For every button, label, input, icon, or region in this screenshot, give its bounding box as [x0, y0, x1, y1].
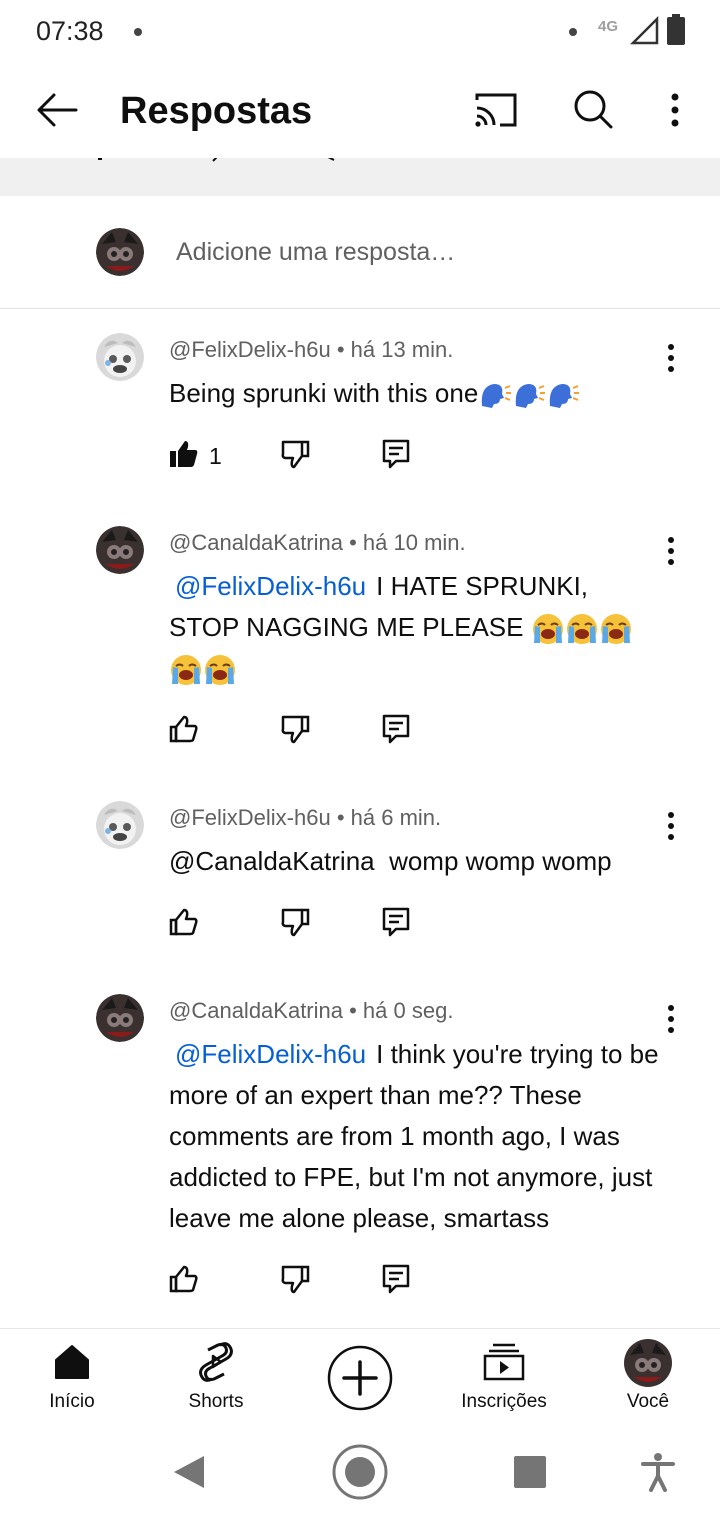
- loudly-crying-face-emoji-icon: [205, 655, 235, 686]
- reply-comment: @FelixDelix-h6u • há 13 min. Being sprun…: [0, 333, 720, 503]
- add-reply-row: Adicione uma resposta…: [0, 196, 720, 309]
- reply-comment: @FelixDelix-h6u • há 6 min. @CanaldaKatr…: [0, 801, 720, 951]
- comment-body: I think you're trying to: [376, 1039, 623, 1069]
- like-count: 1: [209, 443, 222, 469]
- dislike-icon[interactable]: [280, 1264, 310, 1294]
- loudly-crying-face-emoji-icon: [566, 614, 597, 645]
- comment-body: STOP NAGGING ME PLEASE: [169, 612, 524, 642]
- system-recents-icon[interactable]: [513, 1455, 547, 1489]
- comment-meta: @FelixDelix-h6u • há 13 min.: [169, 337, 454, 362]
- nav-you-label: Você: [626, 1391, 670, 1412]
- subscriptions-icon: [483, 1343, 525, 1381]
- nav-you[interactable]: Você: [576, 1329, 720, 1429]
- status-time: 07:38: [36, 16, 104, 46]
- avatar[interactable]: [96, 994, 144, 1042]
- scrolled-parent-comment-strip: [0, 158, 720, 196]
- dislike-icon[interactable]: [280, 907, 310, 937]
- page-title: Respostas: [120, 90, 313, 132]
- system-navigation-bar: [0, 1428, 720, 1520]
- nav-shorts-label: Shorts: [188, 1391, 244, 1412]
- comment-text: @FelixDelix-h6u I think you're trying to …: [169, 1034, 669, 1239]
- mention-link[interactable]: @FelixDelix-h6u: [169, 1039, 376, 1069]
- speaking-head-emoji-icon: [516, 384, 546, 409]
- nav-home-label: Início: [49, 1391, 95, 1412]
- partial-icon: [327, 158, 335, 161]
- notification-dot: [134, 28, 142, 36]
- like-icon[interactable]: [169, 714, 199, 744]
- comment-actions: 1: [169, 439, 429, 473]
- partial-icon: [212, 158, 217, 162]
- comment-menu-icon[interactable]: [664, 1004, 678, 1034]
- nav-subscriptions-label: Inscrições: [461, 1391, 547, 1412]
- system-home-icon[interactable]: [331, 1443, 389, 1501]
- comment-meta: @FelixDelix-h6u • há 6 min.: [169, 805, 442, 830]
- search-icon[interactable]: [572, 88, 614, 130]
- create-plus-icon: [327, 1345, 393, 1411]
- loudly-crying-face-emoji-icon: [171, 655, 201, 686]
- nav-home[interactable]: Início: [0, 1329, 144, 1429]
- speaking-head-emoji-icon: [482, 384, 512, 409]
- nav-shorts[interactable]: Shorts: [144, 1329, 288, 1429]
- nav-subscriptions[interactable]: Inscrições: [432, 1329, 576, 1429]
- app-bar: Respostas: [0, 64, 720, 158]
- shorts-icon: [199, 1342, 233, 1382]
- battery-icon: [667, 14, 685, 45]
- reply-icon[interactable]: [382, 439, 410, 471]
- comment-text: @CanaldaKatrina womp womp womp: [169, 846, 612, 876]
- bottom-navigation: Início Shorts Inscrições Você: [0, 1328, 720, 1428]
- comment-body: Being sprunki with this one: [169, 378, 479, 408]
- mention-link[interactable]: @FelixDelix-h6u: [169, 571, 376, 601]
- like-icon[interactable]: [169, 907, 199, 937]
- signal-icon: [630, 16, 659, 45]
- reply-icon[interactable]: [382, 714, 410, 746]
- home-icon: [55, 1345, 89, 1379]
- comment-body: I HATE SPRUNKI,: [376, 571, 589, 601]
- comment-menu-icon[interactable]: [664, 536, 678, 566]
- dislike-icon[interactable]: [280, 714, 310, 744]
- avatar: [624, 1339, 672, 1387]
- reply-icon[interactable]: [382, 907, 410, 939]
- comment-meta: @CanaldaKatrina • há 10 min.: [169, 530, 466, 555]
- comment-text: Being sprunki with this one: [169, 373, 669, 414]
- partial-icon: [98, 158, 102, 160]
- more-options-icon[interactable]: [668, 92, 682, 128]
- comment-actions: [169, 1264, 429, 1298]
- comment-actions: [169, 907, 429, 941]
- avatar[interactable]: [96, 801, 144, 849]
- dislike-icon[interactable]: [280, 439, 310, 469]
- add-reply-input[interactable]: Adicione uma resposta…: [176, 238, 455, 267]
- back-arrow-icon[interactable]: [36, 92, 78, 128]
- nav-create[interactable]: [288, 1329, 432, 1429]
- accessibility-icon[interactable]: [641, 1452, 675, 1492]
- like-filled-icon[interactable]: [169, 439, 199, 469]
- network-type-label: 4G: [598, 18, 619, 35]
- avatar[interactable]: [96, 228, 144, 276]
- system-back-icon[interactable]: [172, 1454, 206, 1490]
- comment-meta: @CanaldaKatrina • há 0 seg.: [169, 998, 454, 1023]
- comment-menu-icon[interactable]: [664, 343, 678, 373]
- loudly-crying-face-emoji-icon: [600, 614, 631, 645]
- loudly-crying-face-emoji-icon: [532, 614, 563, 645]
- status-bar: 07:38 4G: [0, 0, 720, 64]
- avatar[interactable]: [96, 526, 144, 574]
- comment-actions: [169, 714, 429, 748]
- reply-comment: @CanaldaKatrina • há 10 min. @FelixDelix…: [0, 526, 720, 766]
- comment-text: @FelixDelix-h6u I HATE SPRUNKI, STOP NAGG…: [169, 566, 669, 689]
- comment-menu-icon[interactable]: [664, 811, 678, 841]
- like-icon[interactable]: [169, 1264, 199, 1294]
- reply-icon[interactable]: [382, 1264, 410, 1296]
- speaking-head-emoji-icon: [550, 384, 580, 409]
- reply-comment: @CanaldaKatrina • há 0 seg. @FelixDelix-…: [0, 994, 720, 1304]
- notification-dot: [569, 28, 577, 36]
- cast-icon[interactable]: [474, 92, 518, 128]
- avatar[interactable]: [96, 333, 144, 381]
